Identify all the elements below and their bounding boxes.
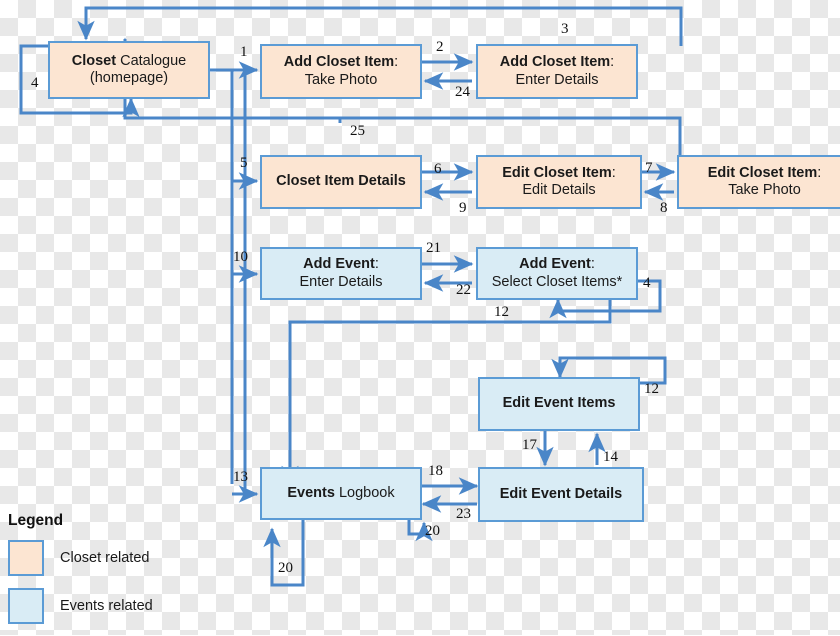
edge-label-4b: 4 — [643, 275, 651, 291]
edge-label-3: 3 — [561, 21, 569, 37]
node-edit-closet-edit-details-line1: Edit Closet Item: — [502, 164, 616, 181]
legend-swatch-events — [8, 588, 44, 624]
legend: Legend Closet related Events related — [8, 512, 153, 636]
node-add-closet-take-photo-line1: Add Closet Item: — [283, 54, 399, 71]
edge-label-17: 17 — [522, 437, 537, 453]
edge-label-6: 6 — [434, 161, 442, 177]
edge-label-18: 18 — [428, 463, 443, 479]
node-add-event-enter-details[interactable]: Add Event: Enter Details — [260, 247, 422, 300]
node-add-event-select-items[interactable]: Add Event: Select Closet Items* — [476, 247, 638, 300]
edge-label-24: 24 — [455, 84, 470, 100]
node-closet-item-details[interactable]: Closet Item Details — [260, 155, 422, 209]
node-add-event-enter-details-line1: Add Event: — [303, 256, 379, 273]
node-edit-event-details-line1: Edit Event Details — [499, 485, 623, 502]
node-add-event-enter-details-line2: Enter Details — [299, 273, 383, 290]
node-edit-event-details[interactable]: Edit Event Details — [478, 467, 644, 522]
edge-label-1: 1 — [240, 44, 248, 60]
edge-label-2: 2 — [436, 39, 444, 55]
edge-label-14: 14 — [603, 449, 618, 465]
edge-label-22: 22 — [456, 282, 471, 298]
node-closet-catalogue-line1: Closet Catalogue — [71, 52, 187, 69]
edge-label-8: 8 — [660, 200, 668, 216]
edge-label-12a: 12 — [494, 304, 509, 320]
edge-label-21: 21 — [426, 240, 441, 256]
node-edit-event-items[interactable]: Edit Event Items — [478, 377, 640, 431]
node-edit-closet-edit-details[interactable]: Edit Closet Item: Edit Details — [476, 155, 642, 209]
node-closet-item-details-line1: Closet Item Details — [276, 173, 406, 190]
node-events-logbook-line1: Events Logbook — [287, 484, 395, 501]
node-add-event-select-items-line1: Add Event: — [519, 256, 595, 273]
node-edit-closet-take-photo-line1: Edit Closet Item: — [707, 164, 822, 181]
node-add-event-select-items-line2: Select Closet Items* — [491, 273, 623, 290]
legend-item-closet: Closet related — [8, 540, 153, 576]
edge-label-9: 9 — [459, 200, 467, 216]
node-edit-closet-edit-details-line2: Edit Details — [522, 182, 596, 198]
edge-label-25: 25 — [350, 123, 365, 139]
node-closet-catalogue-line2: (homepage) — [89, 70, 169, 86]
node-add-closet-enter-details-line1: Add Closet Item: — [499, 54, 615, 71]
edge-label-20b: 20 — [425, 523, 440, 539]
edge-label-5: 5 — [240, 155, 248, 171]
node-add-closet-take-photo[interactable]: Add Closet Item: Take Photo — [260, 44, 422, 99]
edge-label-23: 23 — [456, 506, 471, 522]
node-add-closet-take-photo-line2: Take Photo — [304, 71, 378, 88]
edge-label-10: 10 — [233, 249, 248, 265]
node-closet-catalogue[interactable]: Closet Catalogue (homepage) — [48, 41, 210, 99]
legend-item-events: Events related — [8, 588, 153, 624]
node-edit-closet-take-photo-line2: Take Photo — [728, 182, 801, 198]
node-edit-event-items-line1: Edit Event Items — [502, 395, 616, 412]
trunk-main-vertical — [210, 68, 247, 484]
legend-title: Legend — [8, 512, 64, 529]
node-add-closet-enter-details[interactable]: Add Closet Item: Enter Details — [476, 44, 638, 99]
edge-20b-path — [407, 520, 433, 542]
legend-label-events: Events related — [60, 598, 153, 614]
edge-label-4a: 4 — [31, 75, 39, 91]
legend-label-closet: Closet related — [60, 550, 150, 566]
node-edit-closet-take-photo[interactable]: Edit Closet Item: Take Photo — [677, 155, 840, 209]
node-events-logbook[interactable]: Events Logbook — [260, 467, 422, 520]
legend-swatch-closet — [8, 540, 44, 576]
edge-label-12b: 12 — [644, 381, 659, 397]
edge-label-20a: 20 — [278, 560, 293, 576]
edge-label-7: 7 — [645, 160, 653, 176]
node-add-closet-enter-details-line2: Enter Details — [515, 71, 599, 88]
edge-label-13: 13 — [233, 469, 248, 485]
